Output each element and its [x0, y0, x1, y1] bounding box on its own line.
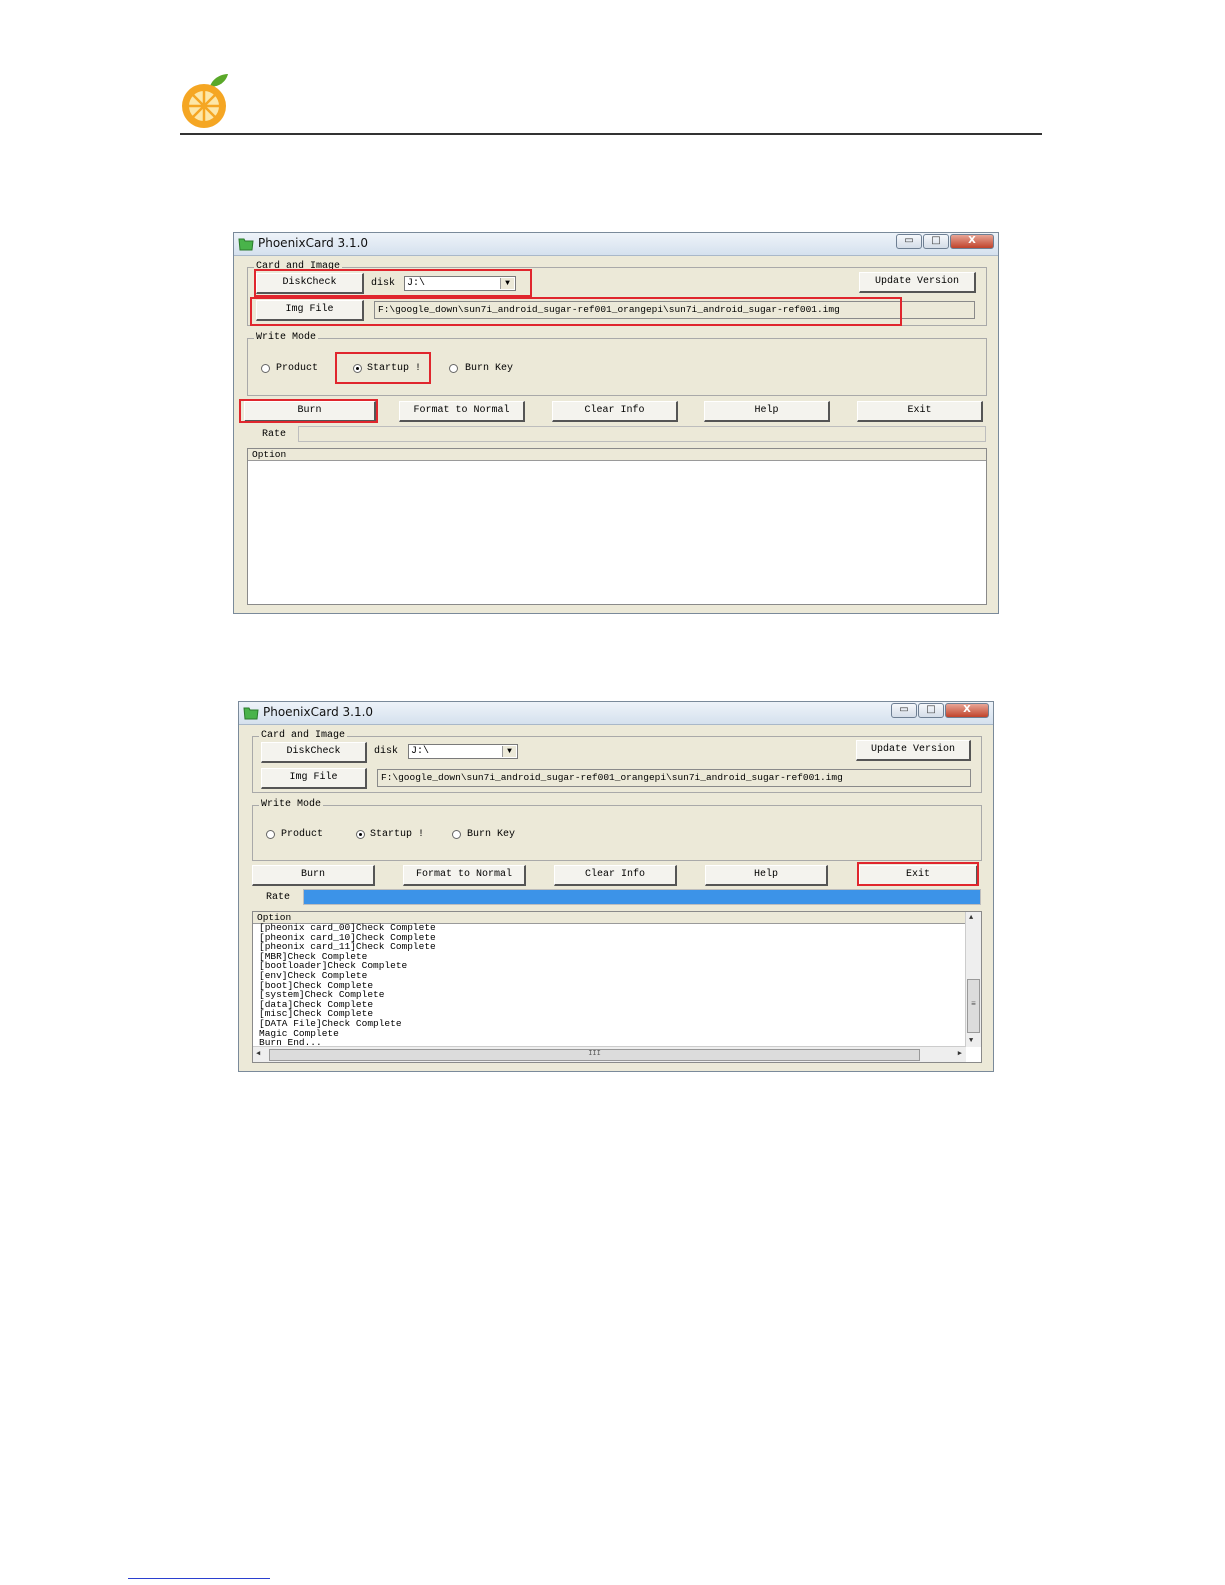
progress-fill	[304, 890, 980, 904]
group-label-write-mode: Write Mode	[254, 332, 319, 344]
radio-burn-key-label: Burn Key	[465, 363, 514, 374]
img-file-button[interactable]: Img File	[256, 300, 364, 321]
radio-product-label: Product	[276, 363, 319, 374]
radio-product[interactable]	[261, 364, 270, 373]
progress-bar	[303, 889, 981, 905]
footer-link-underline	[128, 1578, 270, 1579]
close-button[interactable]: X	[950, 234, 994, 249]
help-button[interactable]: Help	[705, 865, 828, 886]
maximize-button[interactable]: □	[918, 703, 944, 718]
option-log[interactable]: Option [pheonix card_00]Check Complete [p…	[252, 911, 982, 1063]
format-to-normal-button[interactable]: Format to Normal	[399, 401, 525, 422]
clear-info-button[interactable]: Clear Info	[554, 865, 677, 886]
disk-select[interactable]: J:\ ▼	[404, 276, 516, 291]
burn-button[interactable]: Burn	[244, 401, 376, 422]
exit-button[interactable]: Exit	[857, 401, 983, 422]
minimize-button[interactable]: ▭	[891, 703, 917, 718]
burn-button[interactable]: Burn	[252, 865, 375, 886]
vertical-scrollbar[interactable]: ▲ ≡ ▼	[965, 912, 981, 1047]
title-bar[interactable]: PhoenixCard 3.1.0 ▭ □ X	[239, 702, 993, 725]
radio-startup-label: Startup !	[367, 363, 422, 374]
radio-burn-key[interactable]	[452, 830, 461, 839]
radio-burn-key[interactable]	[449, 364, 458, 373]
title-bar[interactable]: PhoenixCard 3.1.0 ▭ □ X	[234, 233, 998, 256]
radio-product[interactable]	[266, 830, 275, 839]
update-version-button[interactable]: Update Version	[859, 272, 976, 293]
radio-burn-key-label: Burn Key	[467, 829, 516, 840]
horizontal-scroll-thumb[interactable]: III	[269, 1049, 920, 1061]
clear-info-button[interactable]: Clear Info	[552, 401, 678, 422]
radio-product-label: Product	[281, 829, 324, 840]
window-title: PhoenixCard 3.1.0	[258, 236, 369, 250]
img-path-field[interactable]: F:\google_down\sun7i_android_sugar-ref00…	[377, 769, 971, 787]
rate-label: Rate	[262, 429, 287, 440]
diskcheck-button[interactable]: DiskCheck	[261, 742, 367, 763]
group-label-card: Card and Image	[259, 730, 348, 742]
disk-select[interactable]: J:\ ▼	[408, 744, 518, 759]
radio-startup[interactable]	[353, 364, 362, 373]
maximize-button[interactable]: □	[923, 234, 949, 249]
horizontal-scrollbar[interactable]: ◀ III ▶	[253, 1046, 966, 1062]
diskcheck-button[interactable]: DiskCheck	[256, 273, 364, 294]
orange-slice-logo-icon	[182, 74, 228, 128]
help-button[interactable]: Help	[704, 401, 830, 422]
disk-label: disk	[374, 746, 399, 757]
disk-label: disk	[371, 278, 396, 289]
phoenixcard-window-before: PhoenixCard 3.1.0 ▭ □ X Card and Image D…	[233, 232, 999, 614]
progress-bar	[298, 426, 986, 442]
close-button[interactable]: X	[945, 703, 989, 718]
group-label-write-mode: Write Mode	[259, 799, 324, 811]
update-version-button[interactable]: Update Version	[856, 740, 971, 761]
scroll-right-icon[interactable]: ▶	[958, 1050, 962, 1058]
option-column-header[interactable]: Option	[248, 449, 986, 461]
scroll-down-icon[interactable]: ▼	[969, 1037, 973, 1045]
rate-label: Rate	[266, 892, 291, 903]
exit-button[interactable]: Exit	[859, 865, 978, 886]
disk-select-value: J:\	[407, 278, 426, 289]
folder-app-icon	[243, 707, 259, 720]
scroll-left-icon[interactable]: ◀	[256, 1050, 260, 1058]
img-file-button[interactable]: Img File	[261, 768, 367, 789]
radio-startup-label: Startup !	[370, 829, 425, 840]
group-label-card: Card and Image	[254, 261, 343, 273]
vertical-scroll-thumb[interactable]: ≡	[967, 979, 980, 1033]
format-to-normal-button[interactable]: Format to Normal	[403, 865, 526, 886]
window-title: PhoenixCard 3.1.0	[263, 705, 374, 719]
radio-startup[interactable]	[356, 830, 365, 839]
folder-app-icon	[238, 238, 254, 251]
chevron-down-icon[interactable]: ▼	[500, 278, 514, 289]
img-path-field[interactable]: F:\google_down\sun7i_android_sugar-ref00…	[374, 301, 975, 319]
minimize-button[interactable]: ▭	[896, 234, 922, 249]
disk-select-value: J:\	[411, 746, 430, 757]
chevron-down-icon[interactable]: ▼	[502, 746, 516, 757]
scroll-up-icon[interactable]: ▲	[969, 914, 973, 922]
option-log[interactable]: Option	[247, 448, 987, 605]
log-lines: [pheonix card_00]Check Complete [pheonix …	[259, 923, 436, 1048]
header-rule	[180, 133, 1042, 135]
phoenixcard-window-after: PhoenixCard 3.1.0 ▭ □ X Card and Image D…	[238, 701, 994, 1072]
